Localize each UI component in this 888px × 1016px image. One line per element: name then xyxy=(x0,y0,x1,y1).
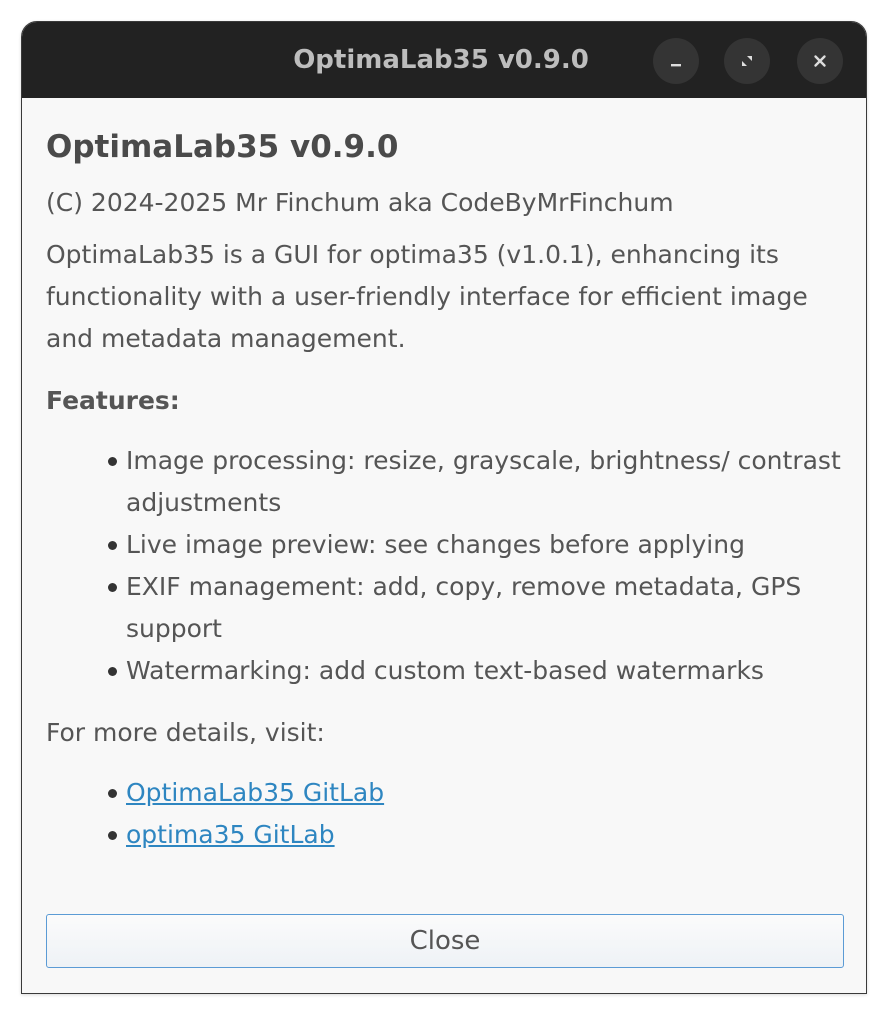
close-window-button[interactable] xyxy=(797,38,843,84)
bullet-icon xyxy=(108,831,117,840)
bullet-icon xyxy=(108,541,117,550)
copyright-text: (C) 2024-2025 Mr Finchum aka CodeByMrFin… xyxy=(46,188,674,217)
about-dialog-window: OptimaLab35 v0.9.0 OptimaLab35 v0.9.0 (C… xyxy=(21,21,867,994)
bullet-icon xyxy=(108,583,117,592)
feature-item: Watermarking: add custom text-based wate… xyxy=(104,650,846,692)
bullet-icon xyxy=(108,667,117,676)
description-text: OptimaLab35 is a GUI for optima35 (v1.0.… xyxy=(46,240,808,353)
about-heading: OptimaLab35 v0.9.0 xyxy=(46,129,399,165)
bullet-icon xyxy=(108,457,117,466)
feature-text: Watermarking: add custom text-based wate… xyxy=(126,656,764,685)
feature-text: EXIF management: add, copy, remove metad… xyxy=(126,572,802,643)
minimize-button[interactable] xyxy=(653,38,699,84)
feature-item: EXIF management: add, copy, remove metad… xyxy=(104,566,846,650)
features-heading: Features: xyxy=(46,386,180,415)
link-item: OptimaLab35 GitLab xyxy=(104,772,846,814)
maximize-icon xyxy=(742,56,752,66)
bullet-icon xyxy=(108,789,117,798)
maximize-button[interactable] xyxy=(724,38,770,84)
optima35-gitlab-link[interactable]: optima35 GitLab xyxy=(126,820,335,849)
titlebar[interactable]: OptimaLab35 v0.9.0 xyxy=(22,22,866,98)
optimalab35-gitlab-link[interactable]: OptimaLab35 GitLab xyxy=(126,778,384,807)
feature-text: Live image preview: see changes before a… xyxy=(126,530,745,559)
close-button[interactable]: Close xyxy=(46,914,844,968)
feature-text: Image processing: resize, grayscale, bri… xyxy=(126,446,841,517)
features-list: Image processing: resize, grayscale, bri… xyxy=(46,440,846,692)
link-item: optima35 GitLab xyxy=(104,814,846,856)
links-list: OptimaLab35 GitLab optima35 GitLab xyxy=(46,772,846,856)
about-content: OptimaLab35 v0.9.0 (C) 2024-2025 Mr Finc… xyxy=(46,98,846,856)
minimize-icon xyxy=(671,64,681,67)
more-details-text: For more details, visit: xyxy=(46,718,325,747)
feature-item: Image processing: resize, grayscale, bri… xyxy=(104,440,846,524)
feature-item: Live image preview: see changes before a… xyxy=(104,524,846,566)
close-icon xyxy=(814,55,826,67)
